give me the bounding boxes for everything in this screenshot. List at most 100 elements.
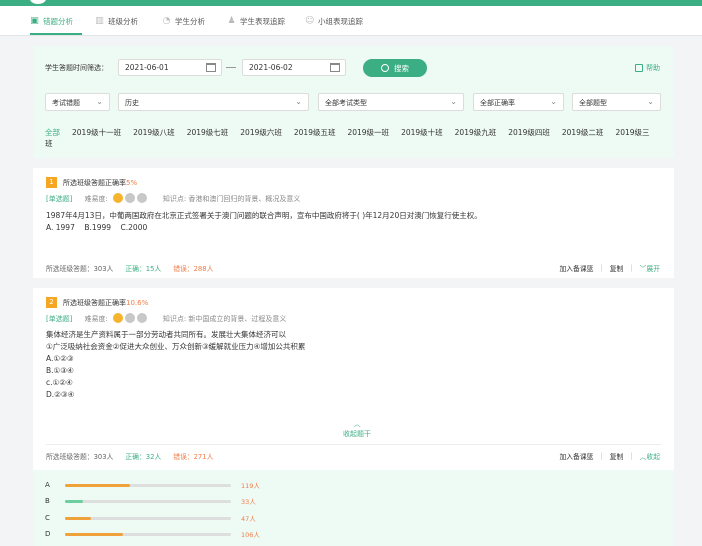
option-bar bbox=[65, 516, 231, 520]
filter-panel: 学生答题时间筛选： 2021-06-01 2021-06-02 搜索 帮助 考试… bbox=[33, 46, 674, 158]
wrong-count: 错误：288人 bbox=[173, 265, 214, 273]
pie-chart-icon: ◔ bbox=[162, 16, 171, 26]
nav-tab-class-analysis[interactable]: ▥ 班级分析 bbox=[95, 16, 138, 27]
option-bar bbox=[65, 499, 231, 503]
question-meta: [单选题] 难易度: 知识点: 新中国成立的背景、过程及意义 bbox=[46, 313, 286, 325]
nav-tab-student-analysis[interactable]: ◔ 学生分析 bbox=[162, 16, 205, 27]
start-date-input[interactable]: 2021-06-01 bbox=[118, 59, 222, 76]
class-filter-list: 全部 2019级十一班 2019级八班 2019级七班 2019级六班 2019级五班 20… bbox=[45, 127, 665, 149]
expand-button[interactable]: ﹀展开 bbox=[640, 263, 660, 273]
star-empty-icon bbox=[124, 193, 135, 203]
question-type-badge: [单选题] bbox=[46, 195, 73, 203]
class-filter-all[interactable]: 全部 bbox=[45, 128, 60, 137]
question-number: 1 bbox=[46, 177, 57, 188]
class-filter-item[interactable]: 2019级十一班 bbox=[72, 128, 121, 137]
chevron-up-icon: ︿ bbox=[353, 420, 361, 428]
nav-tab-student-tracking[interactable]: ♟ 学生表现追踪 bbox=[227, 16, 285, 27]
search-icon bbox=[381, 64, 389, 72]
student-track-icon: ♟ bbox=[227, 16, 236, 26]
time-filter-label: 学生答题时间筛选： bbox=[45, 64, 108, 72]
chevron-down-icon: ⌄ bbox=[550, 97, 557, 106]
collapse-stem-button[interactable]: ︿ 收起题干 bbox=[337, 419, 377, 439]
chevron-down-icon: ⌄ bbox=[450, 97, 457, 106]
group-track-icon: ☺ bbox=[305, 16, 315, 26]
option-bar-fill bbox=[65, 532, 124, 536]
answer-stats: 所选班级答题：303人 正确：15人 错误：288人 bbox=[46, 263, 213, 273]
option-count: 33人 bbox=[241, 498, 256, 506]
date-range-separator bbox=[226, 67, 236, 68]
search-button[interactable]: 搜索 bbox=[363, 59, 427, 77]
question-header: 2 所选班级答题正确率 10.6% bbox=[46, 297, 148, 308]
question-meta: [单选题] 难易度: 知识点: 香港和澳门回归的背景、概况及意义 bbox=[46, 193, 300, 205]
chevron-down-icon: ⌄ bbox=[295, 97, 302, 106]
question-options: A. 1997 B.1999 C.2000 bbox=[46, 223, 148, 232]
accuracy-label: 所选班级答题正确率 bbox=[63, 298, 126, 307]
difficulty-label: 难易度: bbox=[84, 195, 108, 203]
option-letter: D bbox=[45, 530, 51, 538]
class-filter-item[interactable]: 2019级七班 bbox=[187, 128, 229, 137]
class-filter-item[interactable]: 2019级九班 bbox=[455, 128, 497, 137]
error-analysis-icon: ▣ bbox=[30, 16, 39, 26]
option-bar bbox=[65, 483, 231, 487]
copy-button[interactable]: 复制 bbox=[610, 451, 624, 461]
nav-tab-group-tracking[interactable]: ☺ 小组表现追踪 bbox=[305, 16, 363, 27]
option-row: C 47人 bbox=[45, 513, 256, 523]
question-text: 1987年4月13日，中葡两国政府在北京正式签署关于澳门问题的联合声明，宣布中国… bbox=[46, 210, 526, 234]
divider: | bbox=[600, 264, 603, 272]
chevron-down-icon: ⌄ bbox=[96, 97, 103, 106]
star-empty-icon bbox=[124, 313, 135, 323]
question-text: 集体经济是生产资料属于一部分劳动者共同所有。发展壮大集体经济可以 ①广泛吸纳社会… bbox=[46, 330, 306, 399]
help-icon bbox=[635, 64, 643, 72]
question-card: 1 所选班级答题正确率 5% [单选题] 难易度: 知识点: 香港和澳门回归的背景… bbox=[33, 168, 674, 278]
option-bar bbox=[65, 532, 231, 536]
class-filter-item[interactable]: 2019级二班 bbox=[562, 128, 604, 137]
star-empty-icon bbox=[136, 193, 147, 203]
chevron-down-icon: ⌄ bbox=[647, 97, 654, 106]
answer-stats: 所选班级答题：303人 正确：32人 错误：271人 bbox=[46, 451, 213, 461]
option-letter: A bbox=[45, 481, 50, 489]
add-to-basket-button[interactable]: 加入备课篮 bbox=[559, 451, 593, 461]
accuracy-select[interactable]: 全部正确率 ⌄ bbox=[473, 93, 564, 111]
nav-tab-error-analysis[interactable]: ▣ 错题分析 bbox=[30, 16, 73, 27]
correct-count: 正确：32人 bbox=[125, 453, 162, 461]
class-filter-item[interactable]: 2019级六班 bbox=[240, 128, 282, 137]
option-bar-fill bbox=[65, 499, 84, 503]
calendar-icon[interactable] bbox=[330, 63, 340, 72]
star-filled-icon bbox=[112, 313, 123, 323]
question-number: 2 bbox=[46, 297, 57, 308]
option-distribution: A 119人 B 33人 C 47人 D 106人 bbox=[33, 470, 674, 546]
option-letter: C bbox=[45, 514, 50, 522]
divider bbox=[46, 444, 661, 445]
class-filter-item[interactable]: 2019级十班 bbox=[401, 128, 443, 137]
calendar-icon[interactable] bbox=[206, 63, 216, 72]
end-date-input[interactable]: 2021-06-02 bbox=[242, 59, 346, 76]
active-tab-underline bbox=[30, 33, 82, 35]
top-nav: ▣ 错题分析 ▥ 班级分析 ◔ 学生分析 ♟ 学生表现追踪 ☺ 小组表现追踪 bbox=[0, 6, 702, 36]
difficulty-rating bbox=[112, 193, 149, 205]
collapse-button[interactable]: ︿收起 bbox=[640, 451, 660, 461]
add-to-basket-button[interactable]: 加入备课篮 bbox=[559, 263, 593, 273]
exam-type-select[interactable]: 考试错题 ⌄ bbox=[45, 93, 110, 111]
total-answers: 所选班级答题：303人 bbox=[46, 453, 114, 461]
copy-button[interactable]: 复制 bbox=[610, 263, 624, 273]
class-filter-item[interactable]: 2019级八班 bbox=[133, 128, 175, 137]
option-count: 106人 bbox=[241, 531, 260, 539]
question-type-select[interactable]: 全部题型 ⌄ bbox=[572, 93, 661, 111]
option-count: 47人 bbox=[241, 515, 256, 523]
class-filter-item[interactable]: 2019级五班 bbox=[294, 128, 336, 137]
question-actions: 加入备课篮 | 复制 | ﹀展开 bbox=[559, 263, 660, 273]
class-filter-item[interactable]: 2019级四班 bbox=[508, 128, 550, 137]
option-row: B 33人 bbox=[45, 496, 256, 506]
help-link[interactable]: 帮助 bbox=[635, 63, 660, 73]
subject-select[interactable]: 历史 ⌄ bbox=[118, 93, 309, 111]
total-answers: 所选班级答题：303人 bbox=[46, 265, 114, 273]
divider: | bbox=[630, 264, 633, 272]
accuracy-rate: 10.6% bbox=[126, 298, 149, 307]
question-actions: 加入备课篮 | 复制 | ︿收起 bbox=[559, 451, 660, 461]
exam-category-select[interactable]: 全部考试类型 ⌄ bbox=[318, 93, 464, 111]
bar-chart-icon: ▥ bbox=[95, 16, 104, 26]
wrong-count: 错误：271人 bbox=[173, 453, 214, 461]
star-empty-icon bbox=[136, 313, 147, 323]
option-bar-fill bbox=[65, 483, 130, 487]
class-filter-item[interactable]: 2019级一班 bbox=[347, 128, 389, 137]
